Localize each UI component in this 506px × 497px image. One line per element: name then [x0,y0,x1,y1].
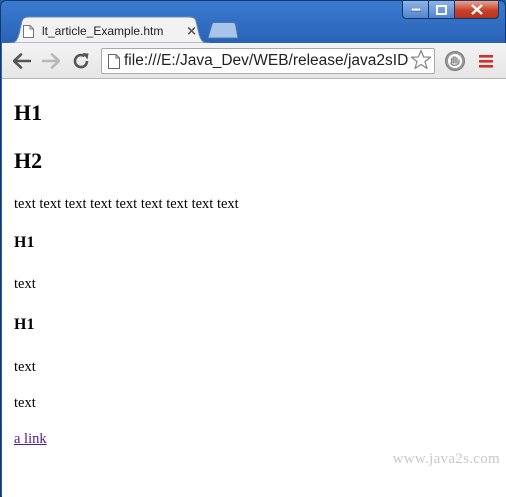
page-icon [108,53,120,69]
new-tab-button[interactable] [207,22,239,39]
heading-h1-third: H1 [14,316,35,333]
back-arrow-icon [13,53,31,69]
reload-icon [73,53,89,69]
heading-h1: H1 [14,100,43,125]
text-line-3: text [14,395,36,411]
address-bar[interactable] [101,48,435,74]
extension-button[interactable] [443,49,467,73]
browser-window: lt_article_Example.htm × file:///E:/Java… [0,0,506,497]
page-icon [23,24,34,38]
watermark: www.java2s.com [392,451,500,467]
address-input[interactable] [124,52,434,70]
tab-title: lt_article_Example.htm [42,24,164,38]
forward-button[interactable] [39,49,63,73]
page-link[interactable]: a link [14,431,47,448]
text-line-2: text [14,359,36,375]
forward-arrow-icon [42,53,60,69]
menu-icon [479,55,493,68]
heading-h1-second: H1 [14,234,35,251]
heading-h2: H2 [14,148,43,173]
browser-toolbar [2,43,506,79]
tab-strip: lt_article_Example.htm × [1,1,506,44]
paragraph-text: text text text text text text text text … [14,196,239,212]
menu-button[interactable] [474,49,498,73]
tab-close-button[interactable]: × [186,24,197,39]
extension-icon [445,51,465,71]
back-button[interactable] [10,49,34,73]
page-viewport: H1 H2 text text text text text text text… [2,79,506,497]
tab-content: lt_article_Example.htm × [23,21,201,41]
star-icon[interactable] [410,49,432,71]
text-line-1: text [14,276,36,292]
reload-button[interactable] [69,49,93,73]
